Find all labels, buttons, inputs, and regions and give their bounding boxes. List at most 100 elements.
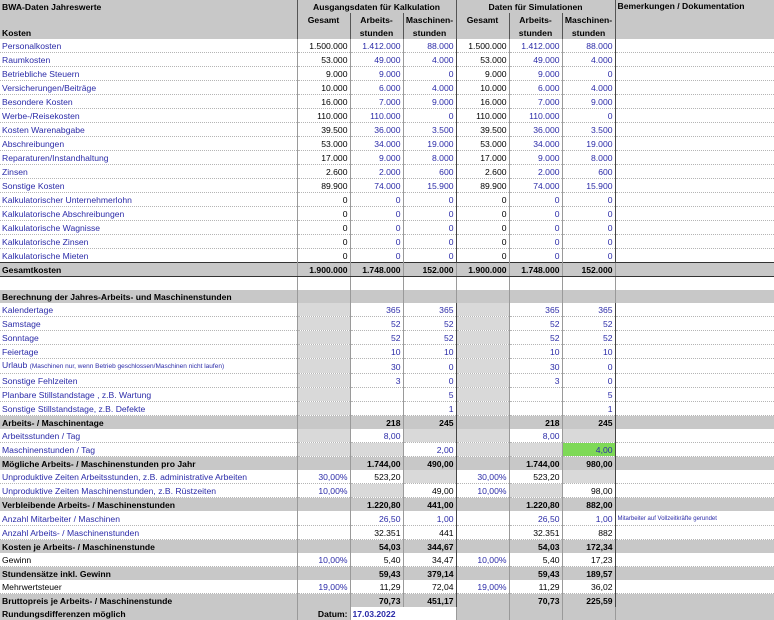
- remark-cell[interactable]: [615, 387, 774, 402]
- arbeit-cell[interactable]: 0: [350, 220, 404, 235]
- masch-cell[interactable]: 0: [562, 373, 616, 388]
- remark-cell[interactable]: [615, 316, 774, 331]
- masch-cell[interactable]: 0: [562, 220, 616, 235]
- remark-cell[interactable]: [615, 39, 774, 53]
- arbeit-cell[interactable]: 34.000: [350, 136, 404, 151]
- masch-cell[interactable]: 0: [562, 66, 616, 81]
- masch-cell[interactable]: 0: [403, 206, 457, 221]
- arbeit-cell[interactable]: 365: [350, 303, 404, 317]
- gesamt-cell[interactable]: 30,00%: [297, 470, 351, 484]
- remark-cell[interactable]: Mitarbeiter auf Vollzeitkräfte gerundet: [615, 511, 774, 526]
- remark-cell[interactable]: [615, 220, 774, 235]
- masch-cell[interactable]: 1: [403, 401, 457, 416]
- masch-cell[interactable]: 365: [562, 303, 616, 317]
- remark-cell[interactable]: [615, 373, 774, 388]
- masch-cell[interactable]: 4.000: [562, 52, 616, 67]
- remark-cell[interactable]: [615, 497, 774, 511]
- remark-cell[interactable]: [615, 539, 774, 553]
- arbeit-cell[interactable]: 0: [509, 206, 563, 221]
- masch-cell[interactable]: 0: [403, 248, 457, 263]
- remark-cell[interactable]: [615, 580, 774, 594]
- masch-cell[interactable]: 1,00: [562, 511, 616, 526]
- arbeit-cell[interactable]: 8,00: [509, 429, 563, 443]
- masch-cell[interactable]: 4.000: [403, 80, 457, 95]
- remark-cell[interactable]: [615, 248, 774, 263]
- remark-cell[interactable]: [615, 566, 774, 580]
- arbeit-cell[interactable]: 110.000: [509, 108, 563, 123]
- masch-cell[interactable]: 0: [562, 248, 616, 263]
- masch-cell[interactable]: 5: [403, 387, 457, 402]
- gesamt-cell[interactable]: 30,00%: [456, 470, 510, 484]
- masch-cell[interactable]: 0: [403, 220, 457, 235]
- arbeit-cell[interactable]: 110.000: [350, 108, 404, 123]
- arbeit-cell[interactable]: 0: [350, 192, 404, 207]
- masch-cell[interactable]: 600: [403, 164, 457, 179]
- masch-cell[interactable]: 1: [562, 401, 616, 416]
- arbeit-cell[interactable]: 2.000: [509, 164, 563, 179]
- masch-cell[interactable]: 3.500: [403, 122, 457, 137]
- remark-cell[interactable]: [615, 52, 774, 67]
- arbeit-cell[interactable]: 7.000: [350, 94, 404, 109]
- masch-cell[interactable]: 0: [403, 108, 457, 123]
- arbeit-cell[interactable]: 3: [350, 373, 404, 388]
- remark-cell[interactable]: [615, 80, 774, 95]
- gesamt-cell[interactable]: 10,00%: [297, 483, 351, 498]
- remark-cell[interactable]: [615, 593, 774, 607]
- remark-cell[interactable]: [615, 330, 774, 345]
- arbeit-cell[interactable]: 74.000: [350, 178, 404, 193]
- arbeit-cell[interactable]: 6.000: [350, 80, 404, 95]
- masch-cell[interactable]: 1,00: [403, 511, 457, 526]
- masch-cell[interactable]: 52: [562, 316, 616, 331]
- arbeit-cell[interactable]: 26,50: [350, 511, 404, 526]
- arbeit-cell[interactable]: 1.412.000: [509, 39, 563, 53]
- arbeit-cell[interactable]: 36.000: [509, 122, 563, 137]
- arbeit-cell[interactable]: 9.000: [509, 150, 563, 165]
- arbeit-cell[interactable]: 36.000: [350, 122, 404, 137]
- masch-cell[interactable]: 15.900: [403, 178, 457, 193]
- arbeit-cell[interactable]: [350, 387, 404, 402]
- arbeit-cell[interactable]: 52: [509, 330, 563, 345]
- arbeit-cell[interactable]: 0: [350, 206, 404, 221]
- remark-cell[interactable]: [615, 525, 774, 540]
- masch-cell[interactable]: 0: [403, 358, 457, 374]
- masch-cell[interactable]: 4.000: [562, 80, 616, 95]
- masch-cell[interactable]: 9.000: [562, 94, 616, 109]
- masch-cell[interactable]: 0: [403, 373, 457, 388]
- arbeit-cell[interactable]: 1.412.000: [350, 39, 404, 53]
- remark-cell[interactable]: [615, 553, 774, 567]
- masch-cell[interactable]: 0: [403, 234, 457, 249]
- arbeit-cell[interactable]: 52: [350, 330, 404, 345]
- arbeit-cell[interactable]: [509, 401, 563, 416]
- arbeit-cell[interactable]: 365: [509, 303, 563, 317]
- arbeit-cell[interactable]: 0: [350, 248, 404, 263]
- masch-cell[interactable]: 3.500: [562, 122, 616, 137]
- gesamt-cell[interactable]: 19,00%: [297, 580, 351, 594]
- arbeit-cell[interactable]: 30: [350, 358, 404, 374]
- arbeit-cell[interactable]: 52: [350, 316, 404, 331]
- arbeit-cell[interactable]: 10: [509, 344, 563, 359]
- remark-cell[interactable]: [615, 234, 774, 249]
- masch-cell[interactable]: 88.000: [403, 39, 457, 53]
- remark-cell[interactable]: [615, 429, 774, 443]
- arbeit-cell[interactable]: 10: [350, 344, 404, 359]
- remark-cell[interactable]: [615, 122, 774, 137]
- arbeit-cell[interactable]: 74.000: [509, 178, 563, 193]
- masch-cell[interactable]: 52: [562, 330, 616, 345]
- arbeit-cell[interactable]: 30: [509, 358, 563, 374]
- masch-cell[interactable]: 0: [562, 192, 616, 207]
- masch-cell[interactable]: 5: [562, 387, 616, 402]
- masch-cell[interactable]: 8.000: [562, 150, 616, 165]
- arbeit-cell[interactable]: 49.000: [350, 52, 404, 67]
- remark-cell[interactable]: [615, 442, 774, 457]
- remark-cell[interactable]: [615, 66, 774, 81]
- remark-cell[interactable]: [615, 178, 774, 193]
- arbeit-cell[interactable]: 3: [509, 373, 563, 388]
- arbeit-cell[interactable]: 9.000: [350, 66, 404, 81]
- gesamt-cell[interactable]: 10,00%: [456, 483, 510, 498]
- gesamt-cell[interactable]: 10,00%: [297, 553, 351, 567]
- masch-cell[interactable]: 10: [403, 344, 457, 359]
- gesamt-cell[interactable]: 19,00%: [456, 580, 510, 594]
- masch-cell[interactable]: 4,00: [562, 442, 616, 457]
- arbeit-cell[interactable]: 34.000: [509, 136, 563, 151]
- masch-cell[interactable]: 15.900: [562, 178, 616, 193]
